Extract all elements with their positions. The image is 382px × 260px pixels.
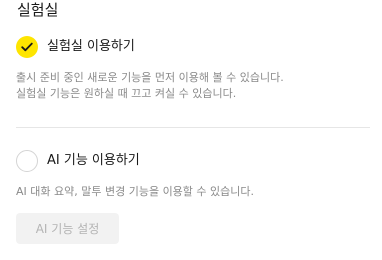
divider [16,127,370,128]
labs-settings-panel: 실험실 실험실 이용하기 출시 준비 중인 새로운 기능을 먼저 이용해 볼 수… [16,0,370,260]
section-title: 실험실 [17,1,59,19]
checkmark-icon [21,42,33,52]
ai-description: AI 대화 요약, 말투 변경 기능을 이용할 수 있습니다. [16,185,255,198]
ai-checkbox[interactable] [16,150,38,172]
ai-settings-button[interactable]: AI 기능 설정 [16,213,119,244]
lab-checkbox[interactable] [16,36,38,58]
lab-description-line-2: 실험실 기능은 원하실 때 끄고 켜실 수 있습니다. [16,87,237,100]
lab-description-line-1: 출시 준비 중인 새로운 기능을 먼저 이용해 볼 수 있습니다. [16,71,284,84]
lab-toggle-label: 실험실 이용하기 [47,39,135,54]
lab-description: 출시 준비 중인 새로운 기능을 먼저 이용해 볼 수 있습니다. 실험실 기능… [16,70,284,102]
ai-toggle[interactable]: AI 기능 이용하기 [16,150,140,172]
lab-toggle[interactable]: 실험실 이용하기 [16,36,135,58]
ai-toggle-label: AI 기능 이용하기 [47,153,140,168]
